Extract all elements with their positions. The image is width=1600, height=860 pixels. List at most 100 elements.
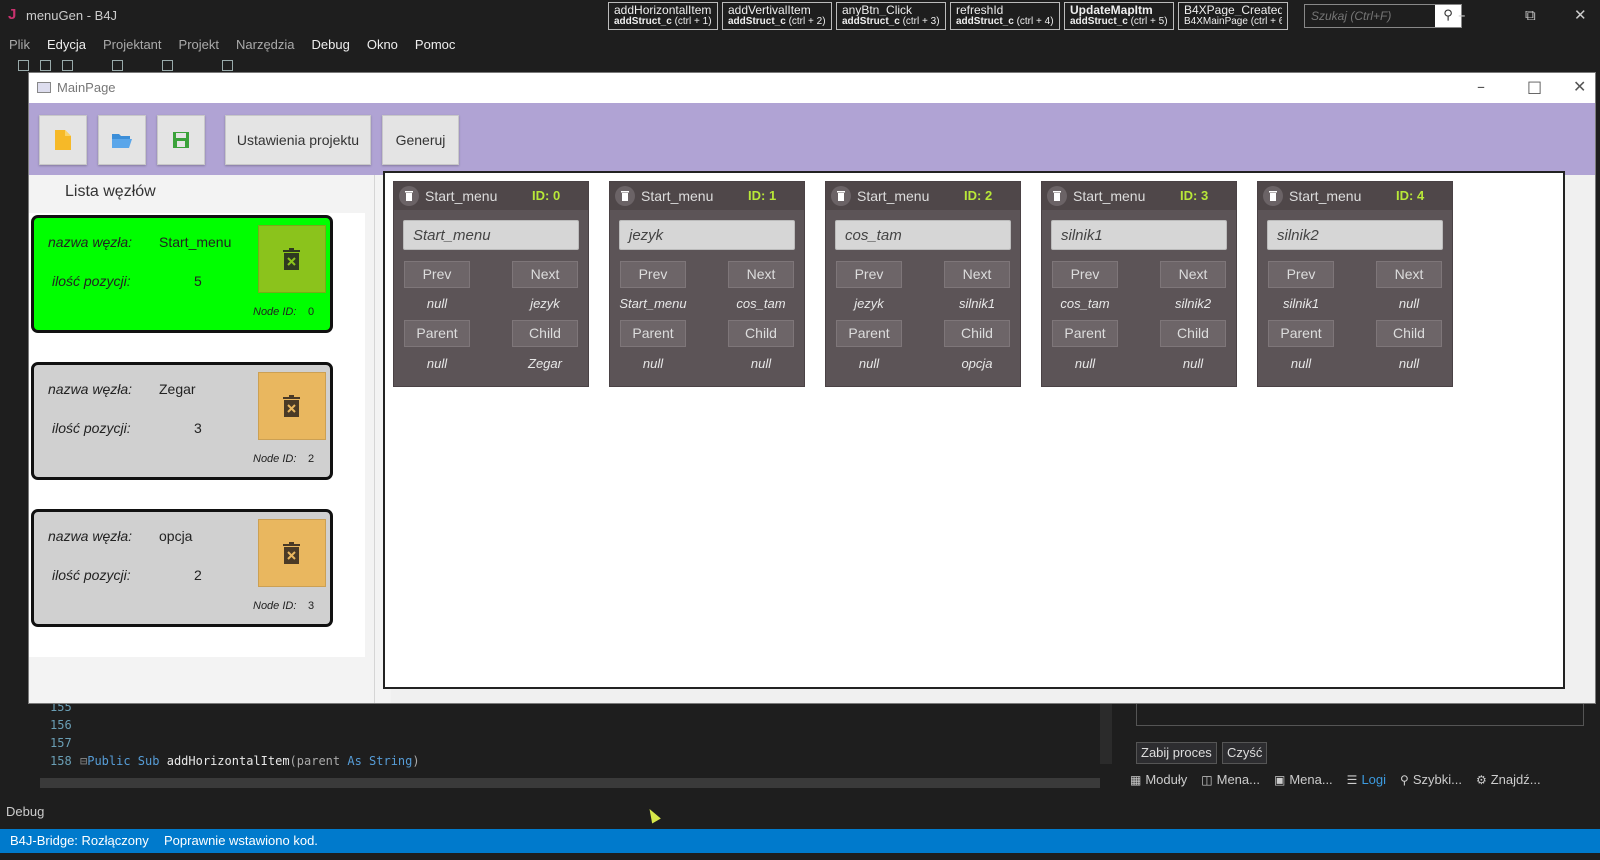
item-name-field[interactable]: cos_tam (835, 220, 1011, 250)
item-header: Start_menu ID: 3 (1042, 182, 1236, 210)
close-icon[interactable]: ✕ (1574, 6, 1587, 24)
menu-projekt[interactable]: Projekt (170, 34, 227, 56)
parent-button[interactable]: Parent (404, 320, 470, 347)
kill-process-button[interactable]: Zabij proces (1136, 742, 1217, 764)
node-card[interactable]: nazwa węzła: Start_menu ilość pozycji: 5… (31, 215, 333, 333)
ide-search-input[interactable] (1305, 5, 1435, 27)
next-button[interactable]: Next (944, 261, 1010, 288)
item-id: ID: 4 (1396, 188, 1425, 203)
delete-node-button[interactable] (258, 372, 326, 440)
quick-jump-button[interactable]: addHorizontalItem addStruct_c (ctrl + 1) (608, 2, 718, 30)
item-name-field[interactable]: silnik1 (1051, 220, 1227, 250)
node-list-pane: Lista węzłów nazwa węzła: Start_menu ilo… (29, 175, 391, 703)
menu-okno[interactable]: Okno (358, 34, 406, 56)
code-editor[interactable]: 155 156 157 158 ⊟Public Sub addHorizontal… (36, 700, 1112, 780)
tab-quick-search[interactable]: ⚲ Szybki... (1400, 772, 1462, 787)
tab-libraries-manager[interactable]: ▣ Mena... (1274, 772, 1333, 787)
parent-value: null (1290, 356, 1312, 371)
item-parent-node: Start_menu (641, 188, 714, 204)
item-name-field[interactable]: Start_menu (403, 220, 579, 250)
quick-jump-button[interactable]: B4XPage_Created B4XMainPage (ctrl + 6) (1178, 2, 1288, 30)
clear-log-button[interactable]: Czyść (1222, 742, 1268, 764)
close-icon[interactable]: ✕ (1573, 77, 1586, 96)
child-button[interactable]: Child (1376, 320, 1442, 347)
project-settings-button[interactable]: Ustawienia projektu (225, 115, 371, 165)
line-number: 158 (50, 754, 72, 768)
menu-debug[interactable]: Debug (303, 34, 358, 56)
prev-button[interactable]: Prev (836, 261, 902, 288)
node-card[interactable]: nazwa węzła: Zegar ilość pozycji: 3 Node… (31, 362, 333, 480)
trash-icon (405, 191, 413, 201)
item-header: Start_menu ID: 4 (1258, 182, 1452, 210)
menu-narzedzia[interactable]: Narzędzia (227, 34, 303, 56)
toolbar-icon[interactable] (18, 60, 29, 71)
toolbar-icon[interactable] (162, 60, 173, 71)
toolbar-icon[interactable] (40, 60, 51, 71)
tab-find[interactable]: ⚙ Znajdź... (1476, 772, 1541, 787)
quick-jump-button[interactable]: refreshId addStruct_c (ctrl + 4) (950, 2, 1060, 30)
minimize-icon[interactable]: – (1458, 6, 1466, 24)
prev-button[interactable]: Prev (1268, 261, 1334, 288)
parent-button[interactable]: Parent (836, 320, 902, 347)
minimize-icon[interactable]: – (1477, 77, 1485, 96)
child-button[interactable]: Child (512, 320, 578, 347)
menu-plik[interactable]: Plik (0, 34, 38, 56)
item-name-field[interactable]: jezyk (619, 220, 795, 250)
node-card[interactable]: nazwa węzła: opcja ilość pozycji: 2 Node… (31, 509, 333, 627)
item-id: ID: 0 (532, 188, 561, 203)
menu-pomoc[interactable]: Pomoc (406, 34, 463, 56)
child-value: opcja (961, 356, 993, 371)
editor-horizontal-scrollbar[interactable] (40, 778, 1100, 788)
remove-item-button[interactable] (399, 186, 419, 206)
tab-logi[interactable]: ☰ Logi (1347, 772, 1386, 787)
remove-item-button[interactable] (615, 186, 635, 206)
child-button[interactable]: Child (728, 320, 794, 347)
quick-jump-button[interactable]: addVertivalItem addStruct_c (ctrl + 2) (722, 2, 832, 30)
restore-icon[interactable]: ⧉ (1525, 6, 1536, 24)
quick-jump-button[interactable]: anyBtn_Click addStruct_c (ctrl + 3) (836, 2, 946, 30)
prev-button[interactable]: Prev (404, 261, 470, 288)
editor-vertical-scrollbar[interactable] (1100, 700, 1112, 764)
parent-button[interactable]: Parent (620, 320, 686, 347)
prev-button[interactable]: Prev (620, 261, 686, 288)
prev-button[interactable]: Prev (1052, 261, 1118, 288)
delete-node-button[interactable] (258, 225, 326, 293)
toolbar-icon[interactable] (222, 60, 233, 71)
tab-moduly[interactable]: ▦ Moduły (1130, 772, 1187, 787)
menu-item-card: Start_menu ID: 1 jezyk Prev Next Start_m… (609, 181, 805, 387)
next-button[interactable]: Next (1376, 261, 1442, 288)
node-name: opcja (159, 528, 193, 544)
item-parent-node: Start_menu (1289, 188, 1362, 204)
parent-button[interactable]: Parent (1052, 320, 1118, 347)
next-button[interactable]: Next (512, 261, 578, 288)
node-name-label: nazwa węzła: (48, 381, 133, 397)
maximize-icon[interactable]: □ (1527, 77, 1542, 96)
quick-jump-button[interactable]: UpdateMapItm addStruct_c (ctrl + 5) (1064, 2, 1174, 30)
open-folder-button[interactable] (98, 115, 146, 165)
next-button[interactable]: Next (728, 261, 794, 288)
remove-item-button[interactable] (1047, 186, 1067, 206)
next-value: cos_tam (736, 296, 786, 311)
node-count: 5 (194, 273, 202, 289)
toolbar-icon[interactable] (62, 60, 73, 71)
parent-button[interactable]: Parent (1268, 320, 1334, 347)
toolbar-icon[interactable] (112, 60, 123, 71)
node-list[interactable]: nazwa węzła: Start_menu ilość pozycji: 5… (29, 213, 365, 657)
delete-node-button[interactable] (258, 519, 326, 587)
menu-edycja[interactable]: Edycja (38, 34, 94, 56)
panel-tabs: ▦ Moduły ◫ Mena... ▣ Mena... ☰ Logi ⚲ Szybki.… (1130, 772, 1541, 787)
save-button[interactable] (157, 115, 205, 165)
remove-item-button[interactable] (1263, 186, 1283, 206)
menu-projektant[interactable]: Projektant (94, 34, 170, 56)
new-file-button[interactable] (39, 115, 87, 165)
child-button[interactable]: Child (1160, 320, 1226, 347)
files-icon: ◫ (1201, 773, 1213, 787)
tab-files-manager[interactable]: ◫ Mena... (1201, 772, 1260, 787)
remove-item-button[interactable] (831, 186, 851, 206)
item-name-field[interactable]: silnik2 (1267, 220, 1443, 250)
child-button[interactable]: Child (944, 320, 1010, 347)
next-button[interactable]: Next (1160, 261, 1226, 288)
pane-splitter[interactable] (374, 175, 382, 703)
window-app-icon (37, 82, 51, 93)
generate-button[interactable]: Generuj (382, 115, 459, 165)
